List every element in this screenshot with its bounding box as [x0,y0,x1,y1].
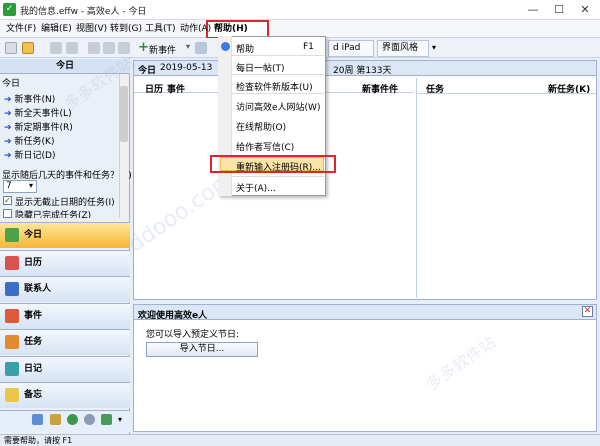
new-event-link[interactable]: 新事件件 [362,82,398,95]
welcome-title: 欢迎使用高效e人 [138,311,208,321]
nav-diary[interactable]: 日记 [0,356,130,382]
event-icon [5,309,19,323]
menu-view[interactable]: 视图(V) [74,22,109,36]
maximize-button[interactable]: ☐ [546,0,572,20]
today-header-label: 今日 [138,66,157,76]
link-new-recurring-event[interactable]: ➔ 新定期事件(R) [4,120,73,133]
window-title: 我的信息.effw - 高效e人 - 今日 [20,7,147,17]
status-text: 需要帮助，请按 F1 [4,436,73,445]
app-icon: ✓ [3,3,16,16]
menu-actions[interactable]: 动作(A) [178,22,213,36]
menu-about[interactable]: 关于(A)... [236,181,276,194]
link-new-event[interactable]: ➔ 新事件(N) [4,92,55,105]
menu-write-author[interactable]: 给作者写信(C) [236,140,294,153]
add-icon[interactable]: + [138,40,149,55]
more-icon[interactable]: ▾ [118,415,122,424]
help-icon [221,42,230,51]
minimize-button[interactable]: — [520,0,546,20]
link-new-diary[interactable]: ➔ 新日记(D) [4,148,56,161]
today-date: 2019-05-13 [160,63,213,73]
theme-button[interactable]: 界面风格 [377,40,429,57]
arrow-icon: ➔ [4,109,12,119]
cut-icon[interactable] [88,42,100,54]
menu-help[interactable]: 帮助(H) [212,22,250,36]
globe-icon[interactable] [67,414,78,425]
arrow-icon: ➔ [4,151,12,161]
close-icon[interactable]: ✕ [582,306,593,317]
status-bar: 需要帮助，请按 F1 [0,434,600,446]
today-subheader: 今日 [2,79,21,89]
search-icon[interactable] [195,42,207,54]
ipad-button[interactable]: d iPad [328,40,374,57]
key-icon[interactable] [50,414,61,425]
copy-icon[interactable] [103,42,115,54]
preview-icon[interactable] [66,42,78,54]
hide-done-label: 隐藏已完成任务(Z) [15,211,92,218]
contacts-icon [5,282,19,296]
menu-edit[interactable]: 编辑(E) [39,22,74,36]
open-folder-icon[interactable] [22,42,34,54]
house-icon [5,228,19,242]
theme-dropdown-icon[interactable]: ▾ [432,43,436,52]
search-small-icon[interactable] [84,414,95,425]
calendar-icon [5,256,19,270]
print-icon[interactable] [50,42,62,54]
nav-today[interactable]: 今日 [0,222,130,248]
swap-icon[interactable] [101,414,112,425]
arrow-icon: ➔ [4,95,12,105]
welcome-panel [133,304,597,432]
no-deadline-checkbox[interactable]: ✓ [3,196,12,205]
menu-goto[interactable]: 转到(G) [108,22,144,36]
nav-events[interactable]: 事件 [0,303,130,329]
nav-tasks[interactable]: 任务 [0,329,130,355]
nav-memo[interactable]: 备忘 [0,382,130,408]
task-header-line [418,93,596,94]
nav-calendar[interactable]: 日历 [0,250,130,276]
menu-separator [232,176,324,177]
week-info: 20周 第133天 [333,66,392,76]
menu-visit-website[interactable]: 访问高效e人网站(W) [236,100,320,113]
menu-help-item[interactable]: 帮助 [236,42,254,55]
menu-tools[interactable]: 工具(T) [143,22,178,36]
menu-separator [232,55,324,56]
menu-check-update[interactable]: 检查软件新版本(U) [236,80,313,93]
hide-done-checkbox[interactable] [3,209,12,218]
calendar-small-icon[interactable] [32,414,43,425]
today-panel [133,60,597,300]
regcode-highlight-box [210,155,336,173]
memo-icon [5,388,19,402]
col-calendar: 日历 [145,85,164,95]
help-shortcut: F1 [303,42,314,52]
new-file-icon[interactable] [5,42,17,54]
task-icon [5,335,19,349]
close-button[interactable]: ✕ [572,0,598,20]
arrow-icon: ➔ [4,123,12,133]
menu-separator [232,93,324,94]
menu-file[interactable]: 文件(F) [4,22,38,36]
arrow-icon: ➔ [4,137,12,147]
link-new-allday-event[interactable]: ➔ 新全天事件(L) [4,106,72,119]
column-divider [416,78,417,298]
menu-online-help[interactable]: 在线帮助(O) [236,120,286,133]
nav-contacts[interactable]: 联系人 [0,276,130,302]
link-new-task[interactable]: ➔ 新任务(K) [4,134,54,147]
import-holidays-button[interactable]: 导入节日... [146,342,258,357]
col-event: 事件 [167,85,186,95]
dropdown-arrow-icon[interactable]: ▾ [186,42,190,51]
menu-tip-of-day[interactable]: 每日一帖(T) [236,61,285,74]
diary-icon [5,362,19,376]
menu-separator [232,74,324,75]
scrollbar-thumb[interactable] [120,86,128,142]
welcome-text: 您可以导入预定义节日: [146,330,240,340]
no-deadline-label: 显示无截止日期的任务(I) [15,198,115,208]
new-event-toolbar-button[interactable]: 新事件 [149,43,176,56]
chevron-down-icon[interactable]: ▾ [29,181,33,190]
